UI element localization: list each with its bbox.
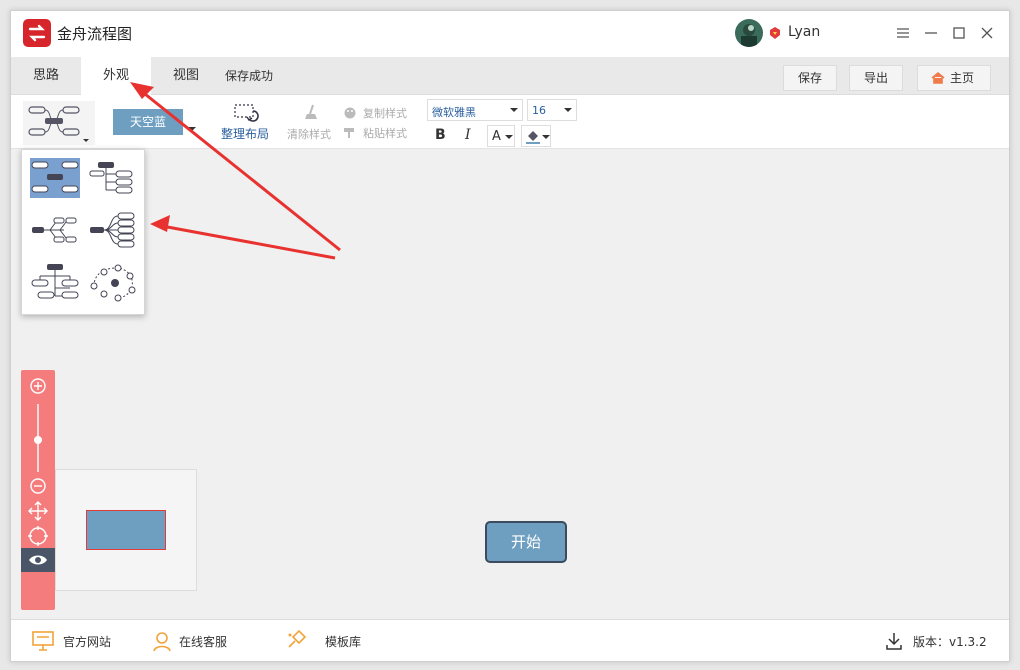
title-bar: 金舟流程图 Lyan: [11, 11, 1009, 57]
tidy-layout-icon: [233, 103, 259, 127]
vip-badge-icon: [768, 25, 782, 44]
customer-service-icon: [151, 630, 173, 656]
save-button[interactable]: 保存: [783, 65, 837, 91]
app-logo-icon: [23, 19, 51, 47]
layout-option-fishbone[interactable]: [30, 210, 80, 250]
tab-appearance[interactable]: 外观: [81, 57, 151, 95]
app-title: 金舟流程图: [57, 25, 133, 43]
minimap-viewport[interactable]: [86, 510, 166, 550]
start-node[interactable]: 开始: [485, 521, 567, 563]
fill-color-button[interactable]: [521, 125, 551, 147]
menu-icon[interactable]: [893, 23, 913, 43]
monitor-icon: [31, 630, 55, 656]
paint-bucket-icon: [526, 131, 540, 144]
layout-option-bidirectional[interactable]: [30, 158, 80, 198]
maximize-icon[interactable]: [949, 23, 969, 43]
layout-option-org-right[interactable]: [88, 158, 138, 198]
save-status: 保存成功: [225, 69, 274, 83]
locate-icon[interactable]: [28, 526, 48, 546]
font-size-value: 16: [532, 104, 546, 117]
download-icon: [885, 631, 903, 655]
italic-button[interactable]: I: [465, 127, 471, 143]
app-window: 金舟流程图 Lyan 思路 外观 视图 保存成功 保存 导出 主页 天空蓝 整理…: [10, 10, 1010, 662]
font-color-label: A: [492, 129, 501, 144]
username[interactable]: Lyan: [788, 24, 820, 40]
minimap[interactable]: [55, 469, 197, 591]
chevron-down-icon: [564, 108, 572, 112]
avatar[interactable]: [735, 19, 763, 47]
export-button[interactable]: 导出: [849, 65, 903, 91]
tab-view[interactable]: 视图: [151, 57, 221, 95]
clear-style-button[interactable]: 清除样式: [287, 126, 331, 142]
brush-icon: [301, 103, 321, 127]
zoom-panel: [21, 370, 55, 610]
layout-option-tree-down[interactable]: [30, 262, 80, 302]
chevron-down-icon: [510, 108, 518, 112]
close-icon[interactable]: [977, 23, 997, 43]
template-library-icon: [285, 629, 307, 655]
home-label: 主页: [949, 71, 974, 85]
move-icon[interactable]: [28, 501, 48, 521]
palette-icon: [343, 105, 357, 124]
font-family-select[interactable]: 微软雅黑: [427, 99, 523, 121]
layout-option-bracket[interactable]: [88, 210, 138, 250]
home-button[interactable]: 主页: [917, 65, 991, 91]
home-icon: [930, 70, 946, 94]
layout-structure-dropdown: [21, 149, 145, 315]
zoom-slider[interactable]: [34, 404, 42, 472]
bold-button[interactable]: B: [435, 127, 446, 143]
tab-thinking[interactable]: 思路: [11, 57, 81, 95]
tabs-bar: 思路 外观 视图 保存成功 保存 导出 主页: [11, 57, 1009, 95]
font-size-select[interactable]: 16: [527, 99, 577, 121]
layout-option-circular[interactable]: [88, 262, 138, 302]
color-theme-dropdown-icon[interactable]: [187, 119, 197, 138]
paint-roller-icon: [343, 125, 357, 144]
minimize-icon[interactable]: [921, 23, 941, 43]
chevron-down-icon: [505, 135, 513, 139]
online-support-link[interactable]: 在线客服: [179, 620, 227, 661]
footer: 官方网站 在线客服 模板库 版本：v1.3.2: [11, 619, 1009, 661]
appearance-toolbar: 天空蓝 整理布局 清除样式 复制样式 粘贴样式 微软雅黑 16 B I A: [11, 95, 1009, 149]
color-theme-button[interactable]: 天空蓝: [113, 109, 183, 135]
font-color-button[interactable]: A: [487, 125, 515, 147]
copy-style-button[interactable]: 复制样式: [363, 105, 407, 121]
paste-style-button[interactable]: 粘贴样式: [363, 125, 407, 141]
font-family-value: 微软雅黑: [432, 106, 476, 119]
version-label: 版本：v1.3.2: [913, 635, 987, 649]
tidy-layout-button[interactable]: 整理布局: [221, 125, 269, 142]
official-website-link[interactable]: 官方网站: [63, 620, 111, 661]
zoom-in-icon[interactable]: [30, 378, 46, 394]
layout-structure-button[interactable]: [23, 101, 95, 145]
chevron-down-icon: [542, 135, 550, 139]
template-library-link[interactable]: 模板库: [325, 620, 361, 661]
zoom-out-icon[interactable]: [30, 478, 46, 494]
